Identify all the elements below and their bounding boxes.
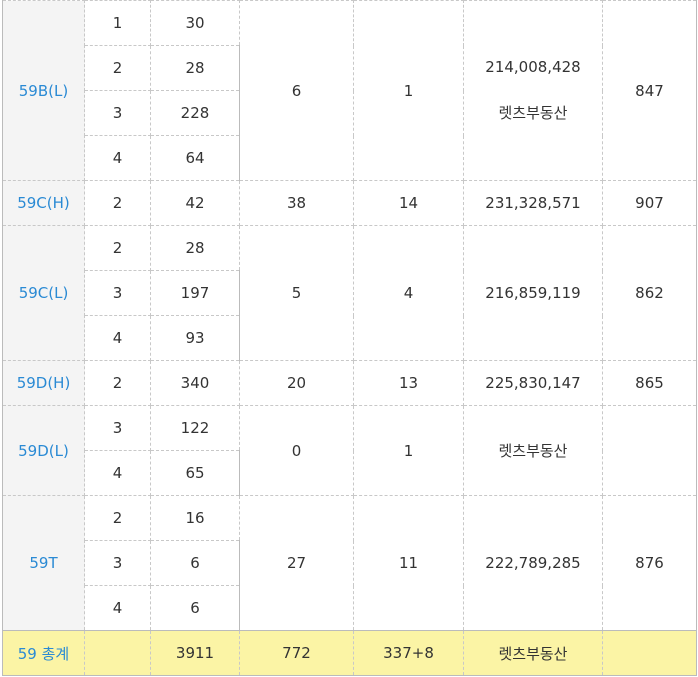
units-cell: 122 [150,405,240,451]
floor-cell: 4 [84,450,151,496]
floor-cell: 2 [84,495,151,541]
total-floor-cell [84,630,151,676]
type-cell: 59C(L) [2,225,85,361]
total-subscribers-cell: 337+8 [353,630,464,676]
price-cell: 231,328,571 [463,180,603,226]
units-cell: 42 [150,180,240,226]
price-cell: 225,830,147 [463,360,603,406]
table-row: 59T 2 16 27 11 222,789,285 876 [2,495,697,631]
price-cell: 214,008,428 렛츠부동산 [463,0,603,181]
subscribers-cell: 14 [353,180,464,226]
floor-cell: 3 [84,540,151,586]
area-cell: 865 [602,360,697,406]
price-cell: 렛츠부동산 [463,405,603,496]
supply-cell: 27 [239,495,354,631]
units-cell: 6 [150,540,240,586]
units-cell: 28 [150,225,240,271]
total-area-cell [602,630,697,676]
floor-cell: 4 [84,135,151,181]
units-cell: 197 [150,270,240,316]
unit-type-table: 59B(L) 1 30 6 1 214,008,428 렛츠부동산 847 2 … [2,0,697,676]
floor-cell: 3 [84,405,151,451]
subscribers-cell: 13 [353,360,464,406]
total-label: 59 총계 [2,630,85,676]
type-cell: 59B(L) [2,0,85,181]
table-row: 59B(L) 1 30 6 1 214,008,428 렛츠부동산 847 [2,0,697,181]
table-row: 59D(L) 3 122 0 1 렛츠부동산 [2,405,697,496]
type-cell: 59C(H) [2,180,85,226]
units-cell: 64 [150,135,240,181]
subscribers-cell: 4 [353,225,464,361]
table-row: 59C(H) 2 42 38 14 231,328,571 907 [2,180,697,226]
price-cell: 216,859,119 [463,225,603,361]
units-cell: 28 [150,45,240,91]
floor-cell: 2 [84,180,151,226]
supply-cell: 38 [239,180,354,226]
units-cell: 30 [150,0,240,46]
price-cell: 222,789,285 [463,495,603,631]
subscribers-cell: 1 [353,0,464,181]
area-cell: 847 [602,0,697,181]
units-cell: 93 [150,315,240,361]
supply-cell: 6 [239,0,354,181]
type-cell: 59D(L) [2,405,85,496]
area-cell [602,405,697,496]
subscribers-cell: 11 [353,495,464,631]
type-cell: 59T [2,495,85,631]
total-supply-cell: 772 [239,630,354,676]
total-row: 59 총계 3911 772 337+8 렛츠부동산 [2,630,697,676]
total-price-cell: 렛츠부동산 [463,630,603,676]
area-cell: 862 [602,225,697,361]
units-cell: 228 [150,90,240,136]
floor-cell: 2 [84,360,151,406]
units-cell: 65 [150,450,240,496]
subscribers-cell: 1 [353,405,464,496]
floor-cell: 4 [84,585,151,631]
supply-cell: 0 [239,405,354,496]
floor-cell: 2 [84,45,151,91]
price-value: 214,008,428 [485,58,581,76]
price-note: 렛츠부동산 [498,104,568,122]
area-cell: 907 [602,180,697,226]
floor-cell: 2 [84,225,151,271]
total-units-cell: 3911 [150,630,240,676]
units-cell: 16 [150,495,240,541]
area-cell: 876 [602,495,697,631]
supply-cell: 20 [239,360,354,406]
units-cell: 6 [150,585,240,631]
units-cell: 340 [150,360,240,406]
table-row: 59D(H) 2 340 20 13 225,830,147 865 [2,360,697,406]
floor-cell: 4 [84,315,151,361]
type-cell: 59D(H) [2,360,85,406]
table-row: 59C(L) 2 28 5 4 216,859,119 862 [2,225,697,361]
supply-cell: 5 [239,225,354,361]
floor-cell: 3 [84,90,151,136]
floor-cell: 1 [84,0,151,46]
floor-cell: 3 [84,270,151,316]
